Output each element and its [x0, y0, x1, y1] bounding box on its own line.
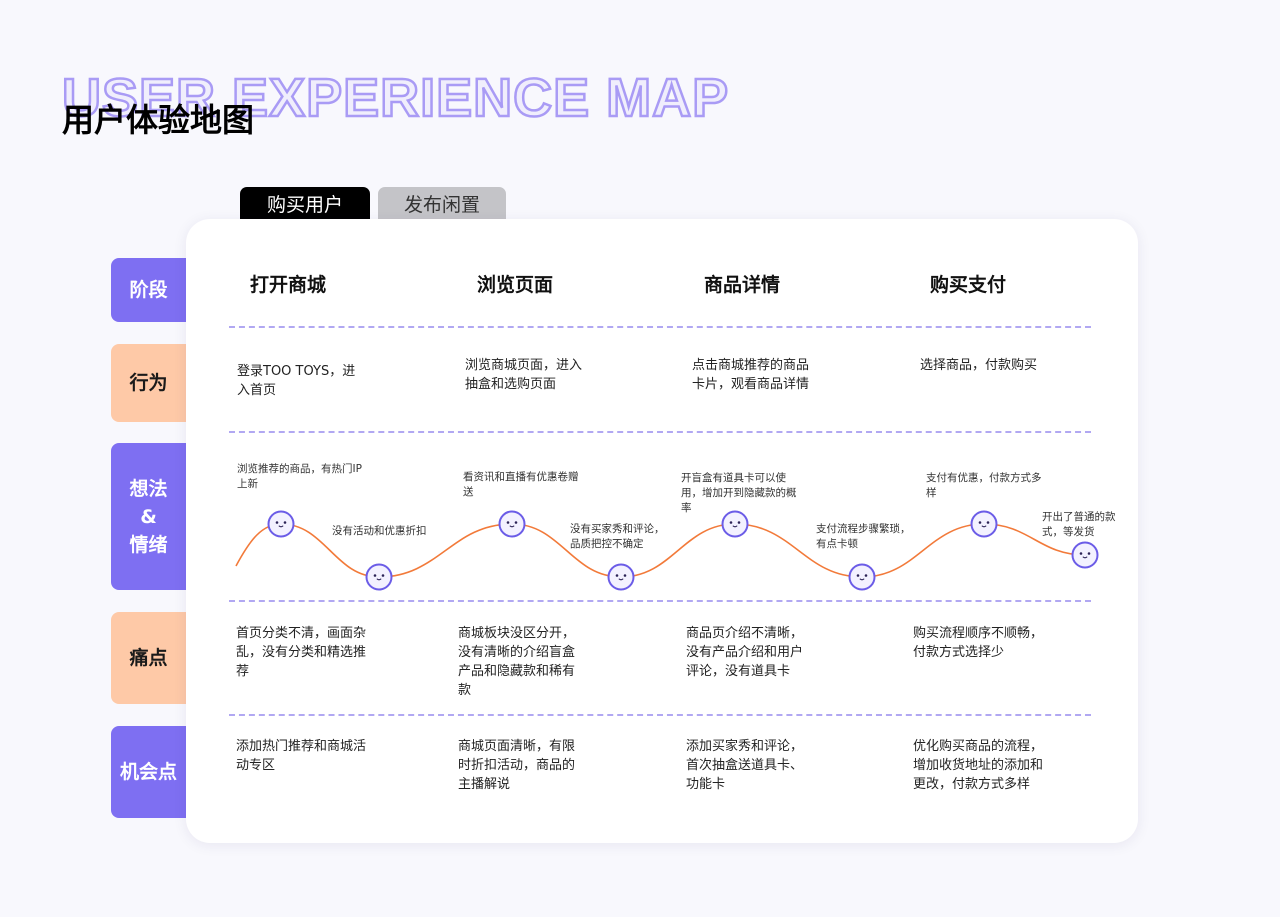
row-label-stage: 阶段 — [111, 258, 186, 322]
pain-point-cell: 首页分类不清，画面杂乱，没有分类和精选推荐 — [236, 626, 367, 679]
row-label-opportunity: 机会点 — [111, 726, 186, 818]
divider — [229, 431, 1091, 433]
divider — [229, 714, 1091, 716]
thought-text: 看资讯和直播有优惠卷赠送 — [463, 471, 579, 498]
stage-open-mall: 打开商城 — [250, 274, 327, 296]
pain-point-cell: 商品页介绍不清晰，没有产品介绍和用户评论，没有道具卡 — [686, 626, 804, 679]
page-title: 用户体验地图 — [62, 101, 255, 139]
behavior-cell: 选择商品，付款购买 — [920, 358, 1038, 373]
divider — [229, 600, 1091, 602]
row-label-behavior: 行为 — [111, 344, 186, 422]
thought-text: 浏览推荐的商品，有热门IP上新 — [237, 463, 362, 490]
row-label-pain: 痛点 — [111, 612, 186, 704]
opportunity-cell: 添加热门推荐和商城活动专区 — [236, 739, 367, 773]
behavior-cell: 登录TOO TOYS，进入首页 — [237, 364, 356, 398]
thought-text: 支付流程步骤繁琐，有点卡顿 — [816, 523, 911, 550]
thought-text: 没有买家秀和评论，品质把控不确定 — [570, 523, 665, 550]
opportunity-cell: 添加买家秀和评论，首次抽盒送道具卡、功能卡 — [686, 739, 804, 792]
thought-text: 开盲盒有道具卡可以使用，增加开到隐藏款的概率 — [681, 472, 797, 514]
row-label-thought: 想法 & 情绪 — [111, 443, 186, 590]
behavior-cell: 点击商城推荐的商品卡片，观看商品详情 — [692, 358, 810, 392]
thought-text: 没有活动和优惠折扣 — [332, 525, 427, 537]
pain-point-cell: 商城板块没区分开，没有清晰的介绍盲盒产品和隐藏款和稀有款 — [458, 626, 576, 698]
thought-text: 开出了普通的款式，等发货 — [1042, 511, 1116, 538]
pain-point-cell: 购买流程顺序不顺畅，付款方式选择少 — [913, 626, 1044, 660]
stage-browse-page: 浏览页面 — [477, 274, 554, 296]
divider — [229, 326, 1091, 328]
thought-text: 支付有优惠，付款方式多样 — [926, 472, 1042, 499]
stage-purchase-pay: 购买支付 — [930, 274, 1007, 296]
opportunity-cell: 优化购买商品的流程，增加收货地址的添加和更改，付款方式多样 — [913, 739, 1044, 792]
behavior-cell: 浏览商城页面，进入抽盒和选购页面 — [465, 358, 583, 392]
opportunity-cell: 商城页面清晰，有限时折扣活动，商品的主播解说 — [458, 739, 576, 792]
stage-product-detail: 商品详情 — [704, 274, 781, 296]
